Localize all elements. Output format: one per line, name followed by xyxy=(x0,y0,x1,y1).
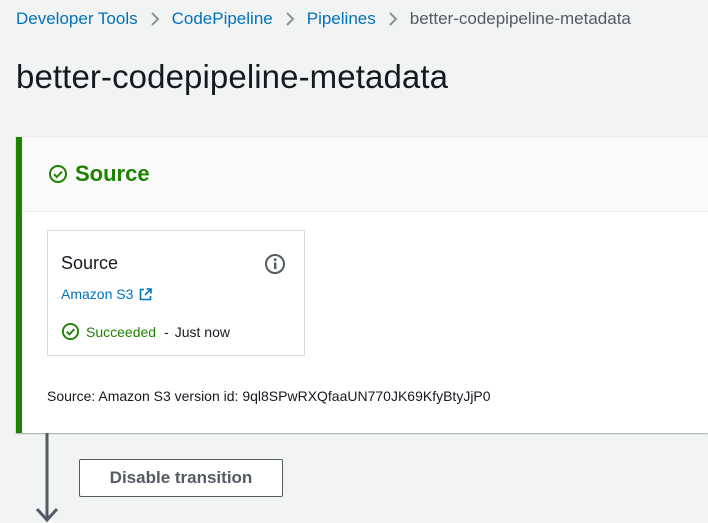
info-icon[interactable] xyxy=(264,253,286,275)
stage-panel: Source Source Amazon S3 Succeeded - Just xyxy=(16,137,708,433)
disable-transition-button[interactable]: Disable transition xyxy=(79,459,283,497)
breadcrumb: Developer Tools CodePipeline Pipelines b… xyxy=(16,8,631,30)
external-link-icon xyxy=(140,287,153,300)
provider-link-label: Amazon S3 xyxy=(61,286,134,302)
stage-header: Source xyxy=(22,137,708,212)
check-circle-icon xyxy=(61,322,80,341)
stage-title: Source xyxy=(48,161,150,187)
revision-info: Source: Amazon S3 version id: 9ql8SPwRXQ… xyxy=(47,388,491,404)
action-time: Just now xyxy=(174,323,230,340)
breadcrumb-developer-tools[interactable]: Developer Tools xyxy=(16,9,138,29)
action-card: Source Amazon S3 Succeeded - Just now xyxy=(47,230,305,356)
chevron-right-icon xyxy=(376,8,410,30)
action-status: Succeeded xyxy=(86,323,157,340)
action-status-row: Succeeded - Just now xyxy=(61,322,230,341)
action-name: Source xyxy=(61,253,119,273)
breadcrumb-codepipeline[interactable]: CodePipeline xyxy=(172,9,273,29)
breadcrumb-current: better-codepipeline-metadata xyxy=(409,9,631,28)
breadcrumb-pipelines[interactable]: Pipelines xyxy=(307,9,376,29)
provider-link[interactable]: Amazon S3 xyxy=(61,286,153,302)
status-separator: - xyxy=(164,323,169,340)
chevron-right-icon xyxy=(273,8,307,30)
stage-name: Source xyxy=(75,161,150,186)
page-title: better-codepipeline-metadata xyxy=(16,58,449,95)
check-circle-icon xyxy=(49,165,67,183)
chevron-right-icon xyxy=(138,8,172,30)
arrow-down-icon xyxy=(35,433,59,523)
